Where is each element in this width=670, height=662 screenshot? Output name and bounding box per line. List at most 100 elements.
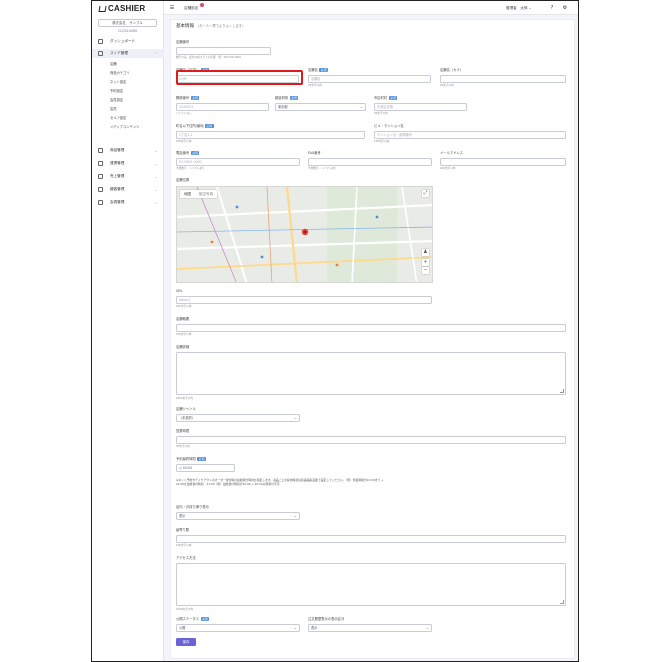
detail-hint: 1000文字以内 [176, 397, 193, 400]
chevron-up-icon: ⌃ [154, 51, 158, 56]
prefecture-select[interactable]: 東京都 ⌄ [275, 103, 366, 111]
reserve-note: ※ネット予約やテイクアウトのオーダー受付時の最終受付時刻を指定します。商品ごとの… [176, 478, 384, 487]
building-hint: 100文字以内 [374, 140, 390, 143]
user-menu[interactable]: 管理者 太郎 ⌄ [506, 4, 532, 12]
access-detail-textarea[interactable] [176, 563, 566, 606]
city-input[interactable]: 中央区京橋 [374, 103, 467, 111]
cart-display-label: 注文履歴表示の表示区分 [308, 617, 345, 621]
summary-input[interactable] [176, 324, 566, 332]
hours-input[interactable] [176, 436, 566, 444]
url-input[interactable]: https:// [176, 296, 432, 304]
tab-satellite[interactable]: 航空写真 [195, 190, 217, 198]
chevron-down-icon: ⌄ [293, 416, 297, 420]
store-short-input[interactable]: 店舗名 [308, 75, 431, 83]
sidebar-item-customers[interactable]: 顧客管理 ⌄ [92, 185, 164, 194]
pegman-icon[interactable]: ♟ [422, 249, 429, 256]
genre-select[interactable]: （未選択） ⌄ [176, 414, 300, 422]
top-bar: ☰ 店舗設定 管理者 太郎 ⌄ ? ⚙ [164, 1, 578, 15]
city-label: 市区町村 必須 [374, 96, 398, 100]
sidebar-subitem[interactable]: 商品カテゴリ [92, 70, 164, 77]
access-detail-hint: 1000文字以内 [176, 608, 193, 611]
chevron-down-icon: ⌄ [359, 105, 363, 109]
address-input[interactable]: 1丁目1-1 [176, 131, 365, 139]
store-kana-hint: 50文字以内 [440, 84, 454, 87]
home-icon [98, 39, 103, 44]
genre-label: 店舗ジャンル [176, 407, 196, 411]
sidebar-subitem[interactable]: 会員設定 [92, 97, 164, 104]
url-label: URL [176, 289, 183, 293]
access-label: 最寄り駅 [176, 528, 190, 532]
postal-label: 郵便番号 必須 [176, 96, 200, 100]
settings-icon[interactable]: ⚙ [562, 5, 568, 11]
email-input[interactable] [440, 158, 566, 166]
city-hint: 50文字以内 [374, 112, 388, 115]
access-detail-label: アクセス方法 [176, 556, 196, 560]
map-type-tabs: 地図 航空写真 [180, 190, 217, 198]
chevron-down-icon: ⌄ [293, 626, 297, 630]
postal-hint: ハイフンなし [176, 112, 192, 115]
store-icon [98, 51, 103, 56]
chevron-down-icon: ⌄ [154, 148, 158, 153]
sidebar-item-links[interactable]: 連携管理 ⌄ [92, 159, 164, 168]
hours-hint: 50文字以内 [176, 445, 190, 448]
sidebar-item-dashboard[interactable]: ダッシュボード [92, 37, 164, 46]
sidebar-subitem[interactable]: 店員 [92, 106, 164, 113]
sidebar-item-sales[interactable]: 売上管理 ⌄ [92, 172, 164, 181]
address-hint: 100文字以内 [176, 140, 192, 143]
sidebar: CASHIER 株式会社 サンプル C1234-0000 ダッシュボード ストア… [92, 1, 164, 661]
sidebar-subitem[interactable]: メディアコンテンツ [92, 124, 164, 131]
fax-input[interactable] [308, 158, 432, 166]
user-icon [98, 187, 103, 192]
sidebar-subitem[interactable]: セルフ設定 [92, 115, 164, 122]
email-label: メールアドレス [440, 151, 464, 155]
fullscreen-icon[interactable]: ⤢ [422, 190, 429, 197]
tab-map[interactable]: 地図 [180, 190, 195, 198]
menu-toggle-icon[interactable]: ☰ [169, 5, 175, 11]
cart-icon [98, 174, 103, 179]
sidebar-subitem[interactable]: 店舗 [92, 61, 164, 68]
sidebar-subitem[interactable]: 予約設定 [92, 88, 164, 95]
chevron-down-icon: ⌄ [154, 161, 158, 166]
hours-label: 営業時間 [176, 429, 190, 433]
phone-input[interactable]: 03-0000-0000 [176, 158, 300, 166]
store-kana-input[interactable] [440, 75, 566, 83]
fax-label: FAX番号 [308, 151, 321, 155]
store-select[interactable]: 株式会社 サンプル [98, 19, 157, 27]
store-code-input[interactable] [176, 47, 271, 55]
access-input[interactable] [176, 535, 566, 543]
link-icon [98, 161, 103, 166]
store-code-label: 店舗番号 [176, 40, 190, 44]
phone-label: 電話番号 必須 [176, 151, 200, 155]
detail-textarea[interactable] [176, 352, 566, 395]
sidebar-item-members[interactable]: 会員管理 ⌄ [92, 198, 164, 207]
store-code-hint: 数字のみ、最大10桁まで入力可能 例：TC1234-0000 [176, 56, 241, 59]
prefecture-label: 都道府県 必須 [275, 96, 299, 100]
map-roads [177, 187, 432, 282]
sidebar-item-store[interactable]: ストア管理 ⌃ [92, 49, 164, 58]
chevron-down-icon: ⌄ [154, 200, 158, 205]
highlight-box [176, 70, 303, 85]
summary-hint: 100文字以内 [176, 333, 192, 336]
store-short-hint: 50文字以内 [308, 84, 322, 87]
sidebar-item-products[interactable]: 商品管理 ⌄ [92, 146, 164, 155]
chevron-down-icon: ⌄ [154, 174, 158, 179]
eat-in-select[interactable]: 表示 ⌄ [176, 512, 300, 520]
map-label: 店舗位置 [176, 178, 190, 182]
eat-in-label: 店内・お持ち帰り表示 [176, 505, 209, 509]
cart-display-select[interactable]: 表示 ⌄ [308, 624, 432, 632]
app-logo[interactable]: CASHIER [98, 4, 145, 13]
zoom-out-icon[interactable]: − [422, 267, 429, 274]
help-icon[interactable]: ? [549, 5, 555, 11]
cashier-logo-icon [98, 6, 107, 12]
store-location-map[interactable]: 地図 航空写真 ⤢ ♟ + − [176, 186, 433, 283]
chevron-down-icon: ⌄ [425, 626, 429, 630]
reserve-time-input[interactable]: ◷ 00:00 [176, 464, 235, 472]
postal-input[interactable]: 1040031 [176, 103, 269, 111]
store-info-form: 基本情報 （お一人一票でよりよくします） 店舗番号 数字のみ、最大10桁まで入力可… [170, 19, 575, 659]
building-input[interactable]: マンション名・部屋番号 [374, 131, 566, 139]
sidebar-subitem[interactable]: ネット設定 [92, 79, 164, 86]
topbar-page-label[interactable]: 店舗設定 [184, 4, 198, 12]
zoom-in-icon[interactable]: + [422, 259, 429, 266]
publish-select[interactable]: 公開 ⌄ [176, 624, 300, 632]
save-button[interactable]: 保存 [176, 638, 196, 646]
